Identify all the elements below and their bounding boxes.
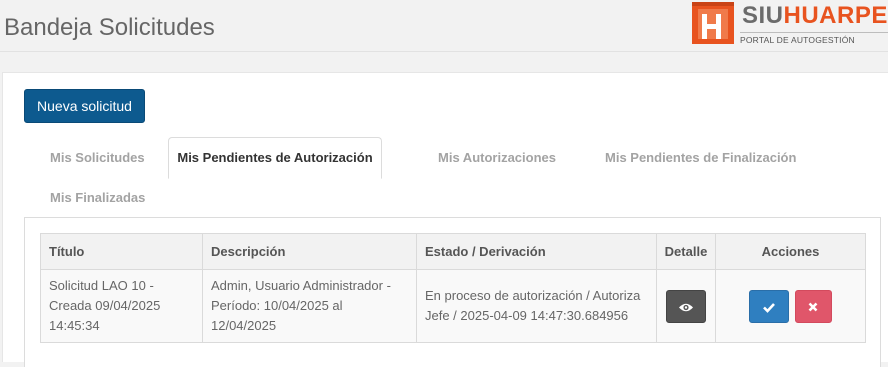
main-panel: Nueva solicitud Mis Solicitudes Mis Pend… (2, 72, 888, 367)
eye-icon (679, 303, 693, 311)
requests-table: Título Descripción Estado / Derivación D… (40, 233, 866, 343)
logo-name: SIUHUARPE (742, 2, 888, 29)
cell-detalle (656, 269, 716, 343)
table-row: Solicitud LAO 10 - Creada 09/04/2025 14:… (40, 269, 866, 343)
siu-huarpe-logo: SIUHUARPE PORTAL DE AUTOGESTIÓN (692, 2, 888, 46)
column-header-titulo: Título (40, 233, 203, 270)
check-icon (763, 302, 776, 313)
cell-titulo: Solicitud LAO 10 - Creada 09/04/2025 14:… (40, 269, 203, 343)
tab-mis-autorizaciones[interactable]: Mis Autorizaciones (438, 150, 556, 165)
reject-button[interactable] (794, 289, 832, 323)
column-header-acciones: Acciones (715, 233, 866, 270)
approve-button[interactable] (749, 289, 790, 323)
tab-content: Título Descripción Estado / Derivación D… (24, 217, 881, 367)
cell-estado: En proceso de autorización / Autoriza Je… (416, 269, 657, 343)
table-header-row: Título Descripción Estado / Derivación D… (40, 233, 866, 270)
tab-mis-finalizadas[interactable]: Mis Finalizadas (50, 190, 145, 205)
column-header-detalle: Detalle (656, 233, 716, 270)
building-logo-icon (692, 2, 734, 44)
top-bar: Bandeja Solicitudes SIUHUARPE PORTAL DE … (0, 0, 888, 52)
page-title: Bandeja Solicitudes (4, 14, 215, 41)
column-header-descripcion: Descripción (202, 233, 417, 270)
tab-mis-pendientes-autorizacion[interactable]: Mis Pendientes de Autorización (168, 137, 382, 179)
tab-mis-pendientes-finalizacion[interactable]: Mis Pendientes de Finalización (605, 150, 796, 165)
cell-descripcion: Admin, Usuario Administrador - Período: … (202, 269, 417, 343)
times-icon (808, 302, 818, 311)
view-detail-button[interactable] (666, 289, 706, 323)
cell-acciones (715, 269, 866, 343)
column-header-estado: Estado / Derivación (416, 233, 657, 270)
new-request-button[interactable]: Nueva solicitud (24, 89, 145, 123)
tab-mis-solicitudes[interactable]: Mis Solicitudes (50, 150, 145, 165)
logo-subtitle: PORTAL DE AUTOGESTIÓN (740, 32, 888, 45)
